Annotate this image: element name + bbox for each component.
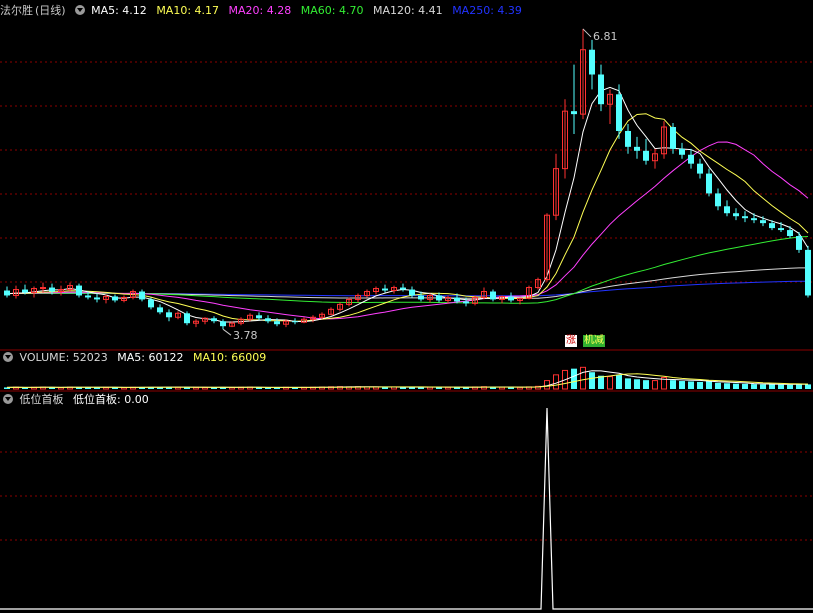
volume-bar-down: [769, 384, 775, 389]
candle-body-down: [76, 285, 82, 296]
candle-body-down: [400, 287, 406, 290]
volume-bar-down: [706, 381, 712, 389]
candle-body-down: [94, 297, 100, 300]
volume-bar-up: [652, 380, 658, 390]
volume-bar-down: [733, 383, 739, 389]
volume-bar-down: [751, 384, 757, 389]
candle-body-down: [679, 148, 685, 155]
volume-bar-down: [697, 381, 703, 389]
candle-body-down: [85, 295, 91, 298]
low-pointer: [222, 328, 232, 336]
indicator-line: [0, 407, 813, 610]
high-price-label: 6.81: [593, 30, 618, 43]
candle-body-down: [418, 295, 424, 300]
candle-body-down: [256, 315, 262, 319]
candle-body-down: [634, 146, 640, 151]
kline-chart[interactable]: 6.81 3.78: [0, 0, 813, 613]
candle-body-down: [139, 291, 145, 300]
volume-bar-down: [625, 378, 631, 389]
volume-bar-up: [607, 376, 613, 390]
volume-bar-up: [553, 374, 559, 390]
candle-body-down: [49, 287, 55, 292]
candle-body-down: [157, 307, 163, 313]
candle-body-down: [724, 206, 730, 214]
candle-body-down: [670, 127, 676, 149]
candle-body-down: [688, 154, 694, 164]
volume-bar-down: [688, 381, 694, 389]
candle-body-down: [112, 296, 118, 301]
volume-bar-up: [580, 366, 586, 390]
candle-body-down: [508, 296, 514, 301]
volume-bar-down: [670, 380, 676, 389]
candle-body-down: [490, 291, 496, 300]
ma5-line: [6, 86, 809, 323]
candle-body-down: [643, 150, 649, 161]
volume-bar-down: [571, 368, 577, 389]
candle-body-down: [742, 216, 748, 219]
candle-body-down: [292, 321, 298, 323]
candle-body-down: [220, 321, 226, 327]
volume-bar-down: [724, 383, 730, 389]
volume-bar-down: [679, 381, 685, 389]
candle-body-down: [751, 218, 757, 221]
candle-body-down: [589, 49, 595, 75]
candle-body-down: [697, 163, 703, 174]
candle-body-down: [463, 301, 469, 304]
candle-body-down: [625, 130, 631, 147]
candle-body-down: [598, 74, 604, 105]
candle-body-down: [616, 94, 622, 131]
candle-body-down: [409, 289, 415, 296]
candle-body-down: [184, 313, 190, 324]
volume-bar-down: [760, 384, 766, 389]
candle-body-down: [265, 318, 271, 322]
candle-body-down: [148, 299, 154, 308]
volume-bar-down: [787, 384, 793, 389]
candle-body-down: [166, 312, 172, 318]
candle-body-down: [715, 193, 721, 207]
candle-body-down: [769, 223, 775, 229]
low-price-label: 3.78: [233, 329, 258, 342]
volume-bar-down: [634, 379, 640, 389]
candle-body-down: [382, 288, 388, 291]
candle-body-down: [211, 318, 217, 322]
volume-bar-down: [805, 384, 811, 389]
candle-body-down: [778, 228, 784, 231]
candle-body-down: [22, 289, 28, 293]
candle-body-down: [274, 321, 280, 325]
volume-bar-down: [643, 380, 649, 389]
candle-body-down: [436, 295, 442, 301]
volume-ma10-line: [6, 373, 809, 388]
candle-body-down: [4, 290, 10, 296]
candle-body-down: [796, 236, 802, 250]
candle-body-down: [733, 213, 739, 217]
volume-bar-down: [778, 384, 784, 389]
high-pointer: [582, 28, 592, 38]
candle-body-down: [571, 111, 577, 115]
volume-bar-down: [742, 383, 748, 389]
candle-body-up: [40, 287, 46, 290]
candle-body-down: [787, 230, 793, 237]
candle-body-down: [454, 297, 460, 302]
ma20-line: [6, 141, 809, 320]
volume-bar-down: [616, 374, 622, 389]
candle-body-down: [706, 173, 712, 194]
candle-body-down: [805, 249, 811, 296]
volume-bar-down: [589, 372, 595, 389]
volume-bar-down: [715, 382, 721, 389]
candle-body-down: [760, 220, 766, 224]
